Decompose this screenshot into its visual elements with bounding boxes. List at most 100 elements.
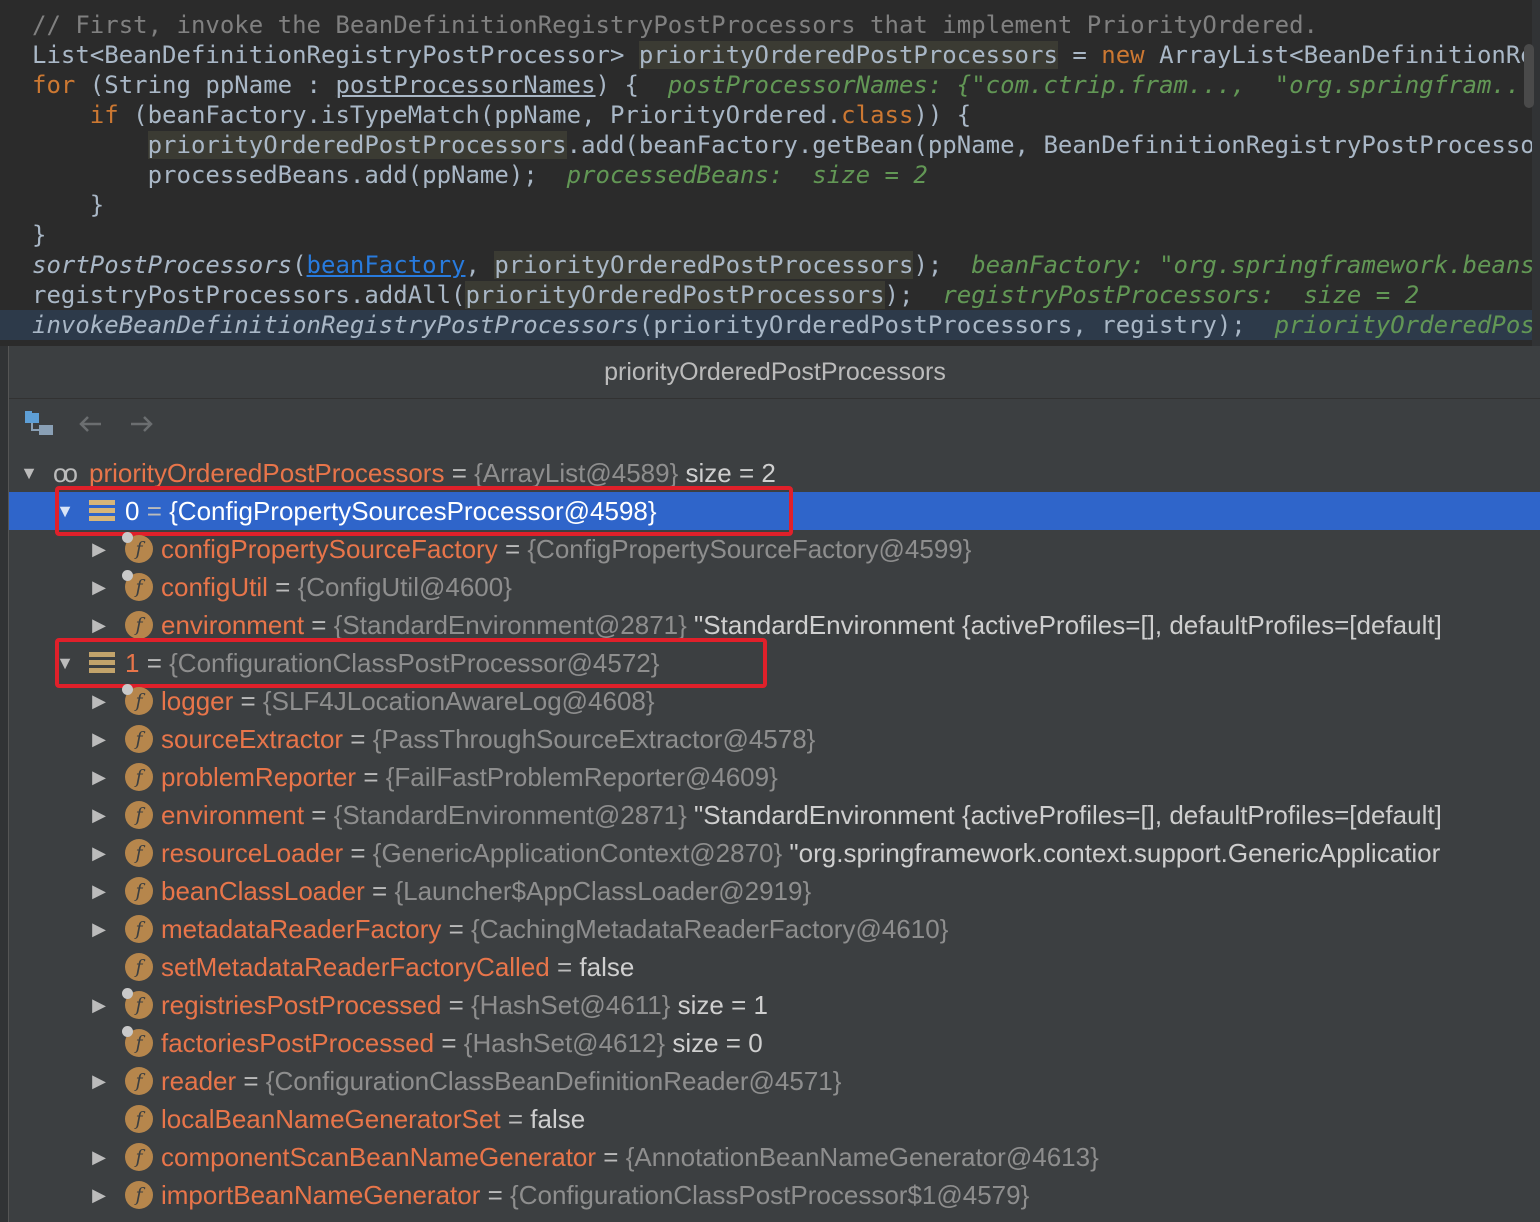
expand-arrow-icon[interactable]: ▶ [89, 758, 109, 796]
hierarchy-icon[interactable] [23, 409, 53, 439]
code-line[interactable]: priorityOrderedPostProcessors.add(beanFa… [0, 130, 1540, 160]
tree-row[interactable]: f localBeanNameGeneratorSet = false [9, 1100, 1540, 1138]
tree-row[interactable]: ▶ f resourceLoader = {GenericApplicationCo… [9, 834, 1540, 872]
tree-name: problemReporter [161, 762, 357, 792]
code-editor[interactable]: // First, invoke the BeanDefinitionRegis… [0, 0, 1540, 346]
tree-row[interactable]: ▶ f configUtil = {ConfigUtil@4600} [9, 568, 1540, 606]
code-line[interactable]: if (beanFactory.isTypeMatch(ppName, Prio… [0, 100, 1540, 130]
tree-row-text: 1 = {ConfigurationClassPostProcessor@457… [125, 644, 659, 682]
left-gutter-strip [0, 346, 8, 1222]
expand-arrow-icon[interactable]: ▶ [89, 872, 109, 910]
watch-infinity-icon: oo [53, 458, 78, 488]
tree-row[interactable]: ▶ f problemReporter = {FailFastProblemRepo… [9, 758, 1540, 796]
collapse-arrow-icon[interactable]: ▼ [19, 454, 39, 492]
editor-scrollbar-thumb[interactable] [1524, 44, 1534, 108]
tree-row[interactable]: f factoriesPostProcessed = {HashSet@4612}… [9, 1024, 1540, 1062]
tree-row[interactable]: ▼ 0 = {ConfigPropertySourcesProcessor@459… [9, 492, 1540, 530]
code-token: priorityOrderedPostProcessors [494, 251, 914, 279]
code-token: // First, invoke the BeanDefinitionRegis… [32, 11, 1318, 39]
expand-arrow-icon[interactable]: ▶ [89, 682, 109, 720]
field-icon: f [125, 1067, 153, 1095]
expand-arrow-icon[interactable]: ▶ [89, 1176, 109, 1214]
code-token: ); [884, 281, 943, 309]
tree-row[interactable]: ▶ f configPropertySourceFactory = {ConfigP… [9, 530, 1540, 568]
tree-row[interactable]: f setMetadataReaderFactoryCalled = false [9, 948, 1540, 986]
tree-row[interactable]: ▶ f environment = {StandardEnvironment@287… [9, 796, 1540, 834]
tree-row-text: importBeanNameGenerator = {Configuration… [161, 1176, 1029, 1214]
code-token: beanFactory [306, 251, 466, 279]
tree-eq: = [304, 610, 334, 640]
expand-arrow-icon[interactable]: ▶ [89, 986, 109, 1024]
expand-arrow-icon[interactable]: ▶ [89, 606, 109, 644]
tree-row[interactable]: ▶ f beanClassLoader = {Launcher$AppClassLo… [9, 872, 1540, 910]
tree-row-text: factoriesPostProcessed = {HashSet@4612} … [161, 1024, 763, 1062]
code-line[interactable]: } [0, 190, 1540, 220]
tree-row[interactable]: ▶ f logger = {SLF4JLocationAwareLog@4608} [9, 682, 1540, 720]
expand-arrow-icon[interactable]: ▶ [89, 530, 109, 568]
tree-row[interactable]: ▶ f reader = {ConfigurationClassBeanDefini… [9, 1062, 1540, 1100]
expand-arrow-icon[interactable]: ▶ [89, 1062, 109, 1100]
code-token: registryPostProcessors: size = 2 [942, 281, 1420, 309]
tree-eq: = [356, 762, 386, 792]
tree-row[interactable]: ▶ f sourceExtractor = {PassThroughSourceEx… [9, 720, 1540, 758]
expand-arrow-icon[interactable]: ▶ [89, 568, 109, 606]
code-token: } [32, 191, 105, 219]
tree-row-text: registriesPostProcessed = {HashSet@4611}… [161, 986, 768, 1024]
expand-arrow-icon[interactable]: ▶ [89, 1138, 109, 1176]
code-line[interactable]: processedBeans.add(ppName); processedBea… [0, 160, 1540, 190]
tree-ref: {HashSet@4611} [470, 990, 671, 1020]
field-icon: f [125, 725, 153, 753]
tree-row[interactable]: ▶ f importBeanNameGenerator = {Configurati… [9, 1176, 1540, 1214]
tree-row[interactable]: ▼ oo priorityOrderedPostProcessors = {Arra… [9, 454, 1540, 492]
code-line[interactable]: } [0, 220, 1540, 250]
code-token: (priorityOrderedPostProcessors, registry… [638, 311, 1275, 339]
tree-eq: = [364, 876, 395, 906]
field-icon: f [125, 1143, 153, 1171]
code-token: ); [913, 251, 972, 279]
tree-row-text: metadataReaderFactory = {CachingMetadata… [161, 910, 948, 948]
tree-eq: = [497, 534, 528, 564]
code-line[interactable]: registryPostProcessors.addAll(priorityOr… [0, 280, 1540, 310]
tree-row[interactable]: ▼ 1 = {ConfigurationClassPostProcessor@45… [9, 644, 1540, 682]
tree-eq: = [233, 686, 263, 716]
tree-ref: {Launcher$AppClassLoader@2919} [394, 876, 812, 906]
code-token: (beanFactory.isTypeMatch(ppName, Priorit… [118, 101, 842, 129]
expand-arrow-icon[interactable]: ▶ [89, 796, 109, 834]
code-token: processedBeans: size = 2 [566, 161, 928, 189]
tree-name: sourceExtractor [161, 724, 344, 754]
code-token: for [32, 71, 76, 99]
tree-row-text: configUtil = {ConfigUtil@4600} [161, 568, 512, 606]
code-token: new [1101, 41, 1145, 69]
tree-row[interactable]: ▶ f componentScanBeanNameGenerator = {Anno… [9, 1138, 1540, 1176]
code-line[interactable]: sortPostProcessors(beanFactory, priority… [0, 250, 1540, 280]
expand-arrow-icon[interactable]: ▶ [89, 910, 109, 948]
tree-val: size = 0 [665, 1028, 763, 1058]
tree-val: size = 2 [678, 458, 776, 488]
tree-row[interactable]: ▶ f environment = {StandardEnvironment@287… [9, 606, 1540, 644]
array-element-icon [89, 652, 115, 674]
tree-row[interactable]: ▶ f registriesPostProcessed = {HashSet@461… [9, 986, 1540, 1024]
field-icon: f [125, 1181, 153, 1209]
tree-ref: {StandardEnvironment@2871} [333, 800, 687, 830]
collapse-arrow-icon[interactable]: ▼ [55, 492, 75, 530]
code-token: , [465, 251, 495, 279]
forward-arrow-icon[interactable] [127, 409, 157, 439]
tree-ref: {FailFastProblemReporter@4609} [385, 762, 778, 792]
tree-val: false [530, 1104, 586, 1134]
popup-title: priorityOrderedPostProcessors [9, 346, 1540, 399]
collapse-arrow-icon[interactable]: ▼ [55, 644, 75, 682]
expand-arrow-icon[interactable]: ▶ [89, 834, 109, 872]
code-line[interactable]: // First, invoke the BeanDefinitionRegis… [0, 10, 1540, 40]
tree-ref: {CachingMetadataReaderFactory@4610} [471, 914, 949, 944]
code-line-current[interactable]: invokeBeanDefinitionRegistryPostProcesso… [0, 310, 1540, 340]
tree-row-text: sourceExtractor = {PassThroughSourceExtr… [161, 720, 815, 758]
code-line[interactable]: for (String ppName : postProcessorNames)… [0, 70, 1540, 100]
tree-eq: = [139, 648, 170, 678]
expand-arrow-icon[interactable]: ▶ [89, 720, 109, 758]
tree-name: environment [161, 800, 305, 830]
tree-row-text: 0 = {ConfigPropertySourcesProcessor@4598… [125, 492, 657, 530]
back-arrow-icon[interactable] [75, 409, 105, 439]
code-line[interactable]: List<BeanDefinitionRegistryPostProcessor… [0, 40, 1540, 70]
tree-row[interactable]: ▶ f metadataReaderFactory = {CachingMetada… [9, 910, 1540, 948]
